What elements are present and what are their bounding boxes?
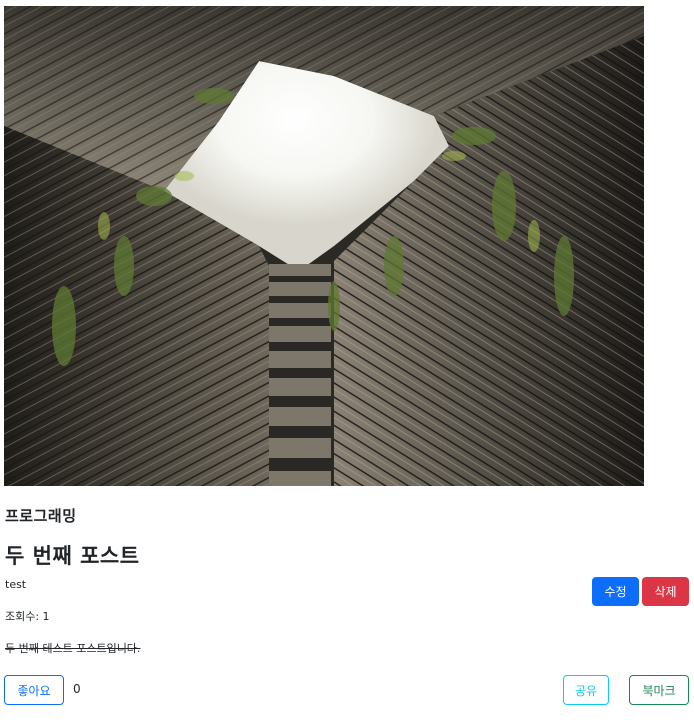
edit-button[interactable]: 수정 xyxy=(592,577,639,606)
delete-button[interactable]: 삭제 xyxy=(642,577,689,606)
post-category: 프로그래밍 xyxy=(5,507,77,525)
like-count: 0 xyxy=(73,682,81,696)
view-count: 조회수: 1 xyxy=(5,610,50,623)
post-image xyxy=(4,6,644,486)
share-button[interactable]: 공유 xyxy=(563,675,609,705)
post-content: 두 번째 테스트 포스트입니다. xyxy=(5,642,141,655)
bookmark-button[interactable]: 북마크 xyxy=(629,675,689,705)
post-author: test xyxy=(5,578,27,591)
like-button[interactable]: 좋아요 xyxy=(4,675,64,705)
post-title: 두 번째 포스트 xyxy=(5,544,140,568)
